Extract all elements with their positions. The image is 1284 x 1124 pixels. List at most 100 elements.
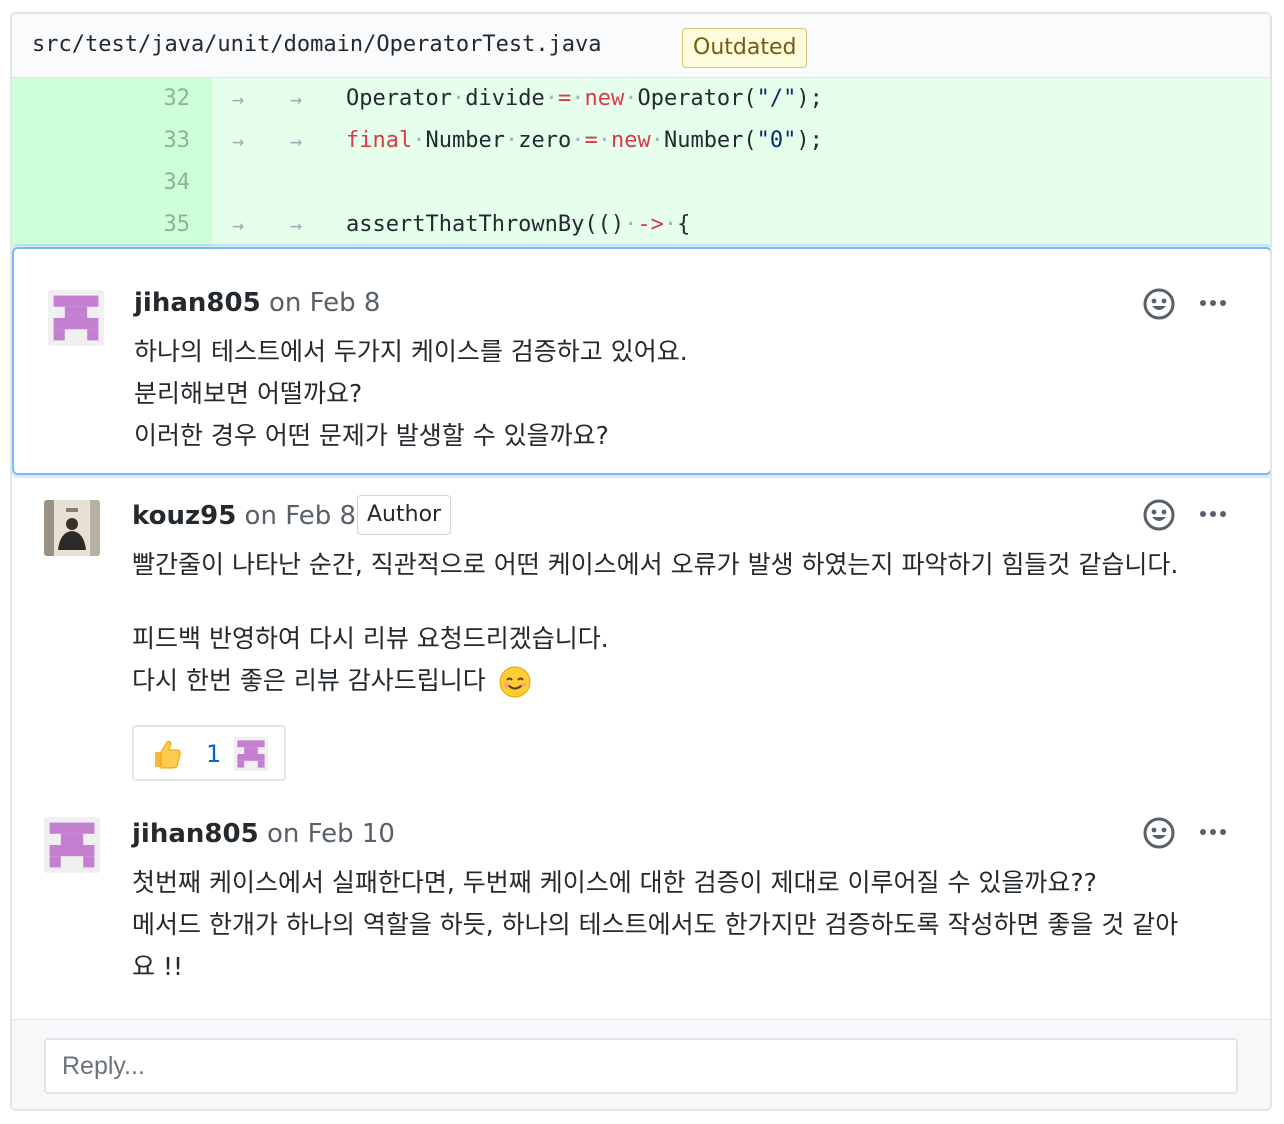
smiling-face-icon bbox=[499, 666, 531, 698]
whitespace-marker: · bbox=[571, 86, 585, 111]
comment-line: 피드백 반영하여 다시 리뷰 요청드리겠습니다. bbox=[132, 624, 609, 653]
line-number[interactable]: 35 bbox=[12, 204, 212, 246]
add-reaction-button[interactable] bbox=[1142, 816, 1176, 850]
whitespace-marker: · bbox=[571, 128, 585, 153]
kebab-dot bbox=[1200, 829, 1206, 835]
whitespace-marker: · bbox=[650, 128, 664, 153]
kebab-dot bbox=[1210, 511, 1216, 517]
reply-section bbox=[12, 1019, 1270, 1109]
line-number[interactable]: 33 bbox=[12, 120, 212, 162]
comment-header: kouz95 on Feb 8 bbox=[132, 500, 356, 532]
file-path-link[interactable]: src/test/java/unit/domain/OperatorTest.j… bbox=[32, 32, 602, 57]
code-token: -> bbox=[637, 212, 664, 237]
comment-header: jihan805 on Feb 8 bbox=[134, 287, 380, 319]
line-number[interactable]: 32 bbox=[12, 78, 212, 120]
thumbs-up-reaction[interactable]: 1 bbox=[132, 725, 286, 781]
comment-line-text: 다시 한번 좋은 리뷰 감사드립니다 bbox=[132, 666, 486, 695]
reactor-avatar bbox=[234, 737, 268, 771]
reply-input[interactable] bbox=[44, 1038, 1238, 1094]
whitespace-marker: · bbox=[663, 212, 678, 237]
comment-line: 이러한 경우 어떤 문제가 발생할 수 있을까요? bbox=[134, 421, 609, 450]
smiley-icon bbox=[1143, 817, 1175, 849]
kebab-dot bbox=[1210, 300, 1216, 306]
tab-indicators: → → bbox=[232, 129, 303, 153]
code-line: 33 → → final·Number·zero·=·new·Number("0"… bbox=[12, 120, 1270, 162]
code-token: Operator( bbox=[637, 86, 757, 111]
identicon-image bbox=[48, 290, 104, 346]
code-token: Number( bbox=[663, 128, 757, 153]
comment-body: 첫번째 케이스에서 실패한다면, 두번째 케이스에 대한 검증이 제대로 이루어… bbox=[132, 862, 1178, 988]
whitespace-marker: · bbox=[451, 86, 466, 111]
code-token: divide bbox=[465, 86, 545, 111]
comment-date[interactable]: on Feb 8 bbox=[245, 501, 357, 531]
tab-indicators: → → bbox=[232, 87, 303, 111]
highlighted-comment: jihan805 on Feb 8 하나의 테스트에서 두가지 케이스를 검증하… bbox=[12, 247, 1270, 475]
code-token: new bbox=[584, 86, 625, 111]
code-text: assertThatThrownBy(()·->·{ bbox=[346, 204, 690, 246]
code-token: final bbox=[346, 128, 413, 153]
comment-date[interactable]: on Feb 8 bbox=[269, 288, 381, 318]
code-token: "/" bbox=[756, 86, 797, 111]
code-text: final·Number·zero·=·new·Number("0"); bbox=[346, 120, 823, 162]
avatar-photo[interactable] bbox=[44, 500, 100, 556]
code-token: = bbox=[584, 128, 598, 153]
avatar[interactable] bbox=[44, 817, 100, 873]
smiley-icon bbox=[1143, 499, 1175, 531]
kebab-dot bbox=[1210, 829, 1216, 835]
code-snippet: 32 → → Operator·divide·=·new·Operator("/"… bbox=[12, 78, 1270, 246]
more-options-button[interactable] bbox=[1198, 816, 1230, 848]
thumbs-up-icon bbox=[155, 740, 181, 769]
file-header: src/test/java/unit/domain/OperatorTest.j… bbox=[12, 14, 1270, 78]
more-options-button[interactable] bbox=[1198, 287, 1230, 319]
whitespace-marker: · bbox=[544, 86, 558, 111]
code-token: new bbox=[610, 128, 651, 153]
outdated-badge: Outdated bbox=[682, 28, 808, 68]
kebab-dot bbox=[1220, 300, 1226, 306]
code-token: = bbox=[557, 86, 572, 111]
code-line: 34 bbox=[12, 162, 1270, 204]
review-thread: src/test/java/unit/domain/OperatorTest.j… bbox=[10, 12, 1272, 1111]
kebab-dot bbox=[1220, 829, 1226, 835]
more-options-button[interactable] bbox=[1198, 498, 1230, 530]
whitespace-marker: · bbox=[624, 212, 638, 237]
author-name[interactable]: jihan805 bbox=[132, 819, 259, 849]
author-badge: Author bbox=[357, 495, 452, 535]
whitespace-marker: · bbox=[597, 128, 611, 153]
author-name[interactable]: kouz95 bbox=[132, 501, 236, 531]
code-token: zero bbox=[518, 128, 572, 153]
comment-header: jihan805 on Feb 10 bbox=[132, 818, 395, 850]
add-reaction-button[interactable] bbox=[1142, 287, 1176, 321]
avatar[interactable] bbox=[48, 290, 104, 346]
comment-line: 첫번째 케이스에서 실패한다면, 두번째 케이스에 대한 검증이 제대로 이루어… bbox=[132, 868, 1097, 897]
code-line: 32 → → Operator·divide·=·new·Operator("/"… bbox=[12, 78, 1270, 120]
line-number[interactable]: 34 bbox=[12, 162, 212, 204]
tab-indicators: → → bbox=[232, 213, 303, 237]
smiley-icon bbox=[1143, 288, 1175, 320]
comment-line: 분리해보면 어떨까요? bbox=[134, 379, 363, 408]
kebab-dot bbox=[1200, 300, 1206, 306]
comment-body: 하나의 테스트에서 두가지 케이스를 검증하고 있어요. 분리해보면 어떨까요?… bbox=[134, 331, 688, 457]
reaction-count: 1 bbox=[206, 740, 222, 768]
code-token: ); bbox=[796, 86, 823, 111]
code-token: "0" bbox=[756, 128, 797, 153]
add-reaction-button[interactable] bbox=[1142, 498, 1176, 532]
comment-line: 다시 한번 좋은 리뷰 감사드립니다 bbox=[132, 660, 1178, 702]
code-token: assertThatThrownBy(() bbox=[346, 212, 625, 237]
comment-line: 빨간줄이 나타난 순간, 직관적으로 어떤 케이스에서 오류가 발생 하였는지 … bbox=[132, 550, 1179, 579]
comment-line: 하나의 테스트에서 두가지 케이스를 검증하고 있어요. bbox=[134, 337, 688, 366]
comment-body: 빨간줄이 나타난 순간, 직관적으로 어떤 케이스에서 오류가 발생 하였는지 … bbox=[132, 544, 1178, 702]
kebab-dot bbox=[1200, 511, 1206, 517]
identicon-image bbox=[44, 817, 100, 873]
whitespace-marker: · bbox=[624, 86, 638, 111]
comment-line: 요 !! bbox=[132, 952, 183, 981]
code-text: Operator·divide·=·new·Operator("/"); bbox=[346, 78, 823, 120]
comment-line: 메서드 한개가 하나의 역할을 하듯, 하나의 테스트에서도 한가지만 검증하도… bbox=[132, 910, 1179, 939]
comment-date[interactable]: on Feb 10 bbox=[267, 819, 395, 849]
whitespace-marker: · bbox=[412, 128, 426, 153]
code-token: ); bbox=[796, 128, 823, 153]
code-token: Number bbox=[425, 128, 505, 153]
author-name[interactable]: jihan805 bbox=[134, 288, 261, 318]
code-token: Operator bbox=[346, 86, 452, 111]
user-photo bbox=[44, 500, 100, 556]
